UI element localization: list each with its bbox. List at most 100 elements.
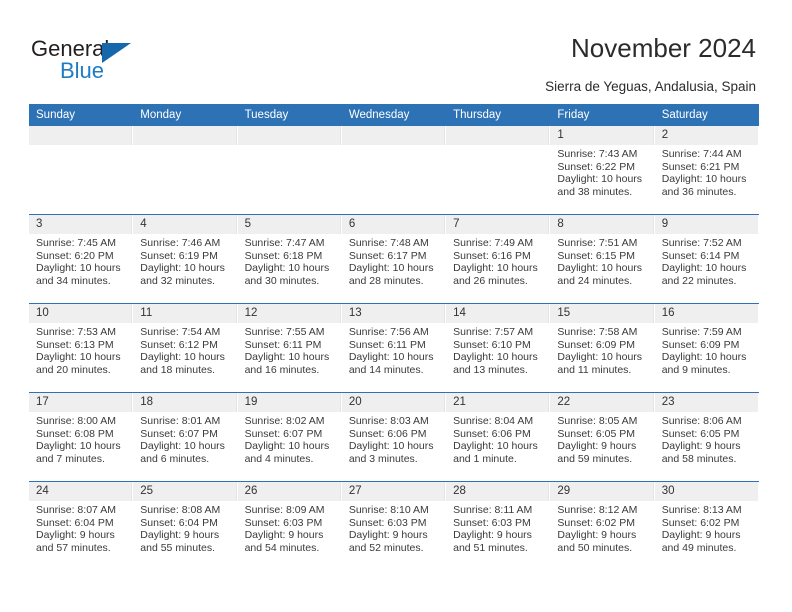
sunset-text: Sunset: 6:20 PM bbox=[36, 249, 114, 262]
sunset-text: Sunset: 6:15 PM bbox=[557, 249, 636, 262]
day-details: Sunrise: 8:03 AM Sunset: 6:06 PM Daylight:… bbox=[342, 412, 445, 465]
calendar-day-cell[interactable]: 10 Sunrise: 7:53 AM Sunset: 6:13 PM Dayligh… bbox=[29, 304, 134, 392]
daylight-text-line2: and 36 minutes. bbox=[661, 185, 737, 198]
day-details: Sunrise: 8:09 AM Sunset: 6:03 PM Daylight:… bbox=[238, 501, 341, 554]
day-number bbox=[133, 126, 237, 145]
sunrise-text: Sunrise: 8:08 AM bbox=[140, 504, 221, 516]
daylight-text-line1: Daylight: 10 hours bbox=[557, 351, 643, 364]
daylight-text-line2: and 58 minutes. bbox=[661, 452, 737, 465]
sunset-text: Sunset: 6:02 PM bbox=[661, 516, 740, 529]
calendar-day-cell[interactable]: 2 Sunrise: 7:44 AM Sunset: 6:21 PM Daylight… bbox=[654, 126, 759, 214]
daylight-text-line2: and 52 minutes. bbox=[348, 541, 424, 554]
daylight-text-line2: and 51 minutes. bbox=[453, 541, 528, 554]
day-number: 29 bbox=[550, 482, 654, 501]
sunrise-text: Sunrise: 8:06 AM bbox=[661, 415, 742, 427]
daylight-text-line2: and 20 minutes. bbox=[36, 363, 111, 376]
sunset-text: Sunset: 6:07 PM bbox=[244, 427, 323, 440]
daylight-text-line2: and 3 minutes. bbox=[348, 452, 418, 465]
sunset-text: Sunset: 6:03 PM bbox=[453, 516, 531, 529]
sunset-text: Sunset: 6:17 PM bbox=[348, 249, 427, 262]
daylight-text-line2: and 30 minutes. bbox=[244, 274, 320, 287]
sunset-text: Sunset: 6:09 PM bbox=[661, 338, 740, 351]
calendar-day-cell[interactable]: 7 Sunrise: 7:49 AM Sunset: 6:16 PM Daylight… bbox=[446, 215, 551, 303]
sunset-text: Sunset: 6:09 PM bbox=[557, 338, 636, 351]
brand-name-blue: Blue bbox=[60, 58, 105, 83]
calendar-day-cell[interactable]: 14 Sunrise: 7:57 AM Sunset: 6:10 PM Dayligh… bbox=[446, 304, 551, 392]
calendar-day-cell[interactable]: 1 Sunrise: 7:43 AM Sunset: 6:22 PM Daylight… bbox=[550, 126, 655, 214]
calendar-day-cell[interactable]: 5 Sunrise: 7:47 AM Sunset: 6:18 PM Daylight… bbox=[237, 215, 342, 303]
daylight-text-line2: and 34 minutes. bbox=[36, 274, 111, 287]
day-details: Sunrise: 7:43 AM Sunset: 6:22 PM Daylight:… bbox=[550, 145, 653, 198]
day-number: 14 bbox=[446, 304, 550, 323]
daylight-text-line1: Daylight: 10 hours bbox=[348, 351, 434, 364]
daylight-text-line2: and 32 minutes. bbox=[140, 274, 215, 287]
calendar-day-cell[interactable]: 27 Sunrise: 8:10 AM Sunset: 6:03 PM Dayligh… bbox=[341, 482, 447, 570]
sunrise-text: Sunrise: 7:45 AM bbox=[36, 237, 116, 249]
calendar-day-cell[interactable]: 17 Sunrise: 8:00 AM Sunset: 6:08 PM Dayligh… bbox=[29, 393, 134, 481]
weekday-header-friday: Friday bbox=[557, 109, 590, 121]
calendar-day-cell[interactable]: 23 Sunrise: 8:06 AM Sunset: 6:05 PM Dayligh… bbox=[654, 393, 759, 481]
calendar-day-cell[interactable]: 12 Sunrise: 7:55 AM Sunset: 6:11 PM Dayligh… bbox=[237, 304, 342, 392]
calendar-day-cell[interactable]: 13 Sunrise: 7:56 AM Sunset: 6:11 PM Dayligh… bbox=[341, 304, 447, 392]
daylight-text-line1: Daylight: 10 hours bbox=[140, 440, 225, 453]
sunrise-text: Sunrise: 7:44 AM bbox=[661, 148, 742, 160]
sunset-text: Sunset: 6:13 PM bbox=[36, 338, 114, 351]
daylight-text-line2: and 38 minutes. bbox=[557, 185, 633, 198]
sunrise-text: Sunrise: 8:04 AM bbox=[453, 415, 534, 427]
calendar-day-cell[interactable]: 25 Sunrise: 8:08 AM Sunset: 6:04 PM Dayligh… bbox=[133, 482, 238, 570]
sunrise-text: Sunrise: 7:56 AM bbox=[348, 326, 429, 338]
sunset-text: Sunset: 6:07 PM bbox=[140, 427, 218, 440]
calendar-day-cell[interactable]: 20 Sunrise: 8:03 AM Sunset: 6:06 PM Dayligh… bbox=[341, 393, 447, 481]
calendar-day-cell[interactable]: 4 Sunrise: 7:46 AM Sunset: 6:19 PM Daylight… bbox=[133, 215, 238, 303]
day-details: Sunrise: 7:45 AM Sunset: 6:20 PM Daylight:… bbox=[29, 234, 132, 287]
sunrise-text: Sunrise: 8:09 AM bbox=[244, 504, 325, 516]
calendar-day-cell[interactable]: 8 Sunrise: 7:51 AM Sunset: 6:15 PM Daylight… bbox=[550, 215, 655, 303]
calendar-day-cell[interactable]: 29 Sunrise: 8:12 AM Sunset: 6:02 PM Dayligh… bbox=[550, 482, 655, 570]
daylight-text-line2: and 1 minute. bbox=[453, 452, 517, 465]
calendar-day-cell[interactable]: 28 Sunrise: 8:11 AM Sunset: 6:03 PM Dayligh… bbox=[446, 482, 551, 570]
calendar-day-cell[interactable]: 18 Sunrise: 8:01 AM Sunset: 6:07 PM Dayligh… bbox=[133, 393, 238, 481]
day-number: 18 bbox=[133, 393, 237, 412]
sunrise-text: Sunrise: 7:49 AM bbox=[453, 237, 534, 249]
day-number bbox=[446, 126, 550, 145]
sunset-text: Sunset: 6:16 PM bbox=[453, 249, 531, 262]
daylight-text-line2: and 9 minutes. bbox=[661, 363, 731, 376]
day-details: Sunrise: 8:07 AM Sunset: 6:04 PM Daylight:… bbox=[29, 501, 132, 554]
weekday-header-row: Sunday Monday Tuesday Wednesday Thursday… bbox=[29, 104, 759, 126]
calendar-day-cell[interactable]: 16 Sunrise: 7:59 AM Sunset: 6:09 PM Dayligh… bbox=[654, 304, 759, 392]
calendar-day-cell[interactable]: 11 Sunrise: 7:54 AM Sunset: 6:12 PM Dayligh… bbox=[133, 304, 238, 392]
daylight-text-line1: Daylight: 9 hours bbox=[661, 529, 741, 542]
day-number: 19 bbox=[237, 393, 341, 412]
sunrise-text: Sunrise: 8:05 AM bbox=[557, 415, 638, 427]
day-details: Sunrise: 7:58 AM Sunset: 6:09 PM Daylight:… bbox=[550, 323, 653, 376]
sunset-text: Sunset: 6:02 PM bbox=[557, 516, 636, 529]
daylight-text-line2: and 11 minutes. bbox=[557, 363, 632, 376]
weekday-header-wednesday: Wednesday bbox=[348, 109, 410, 121]
day-number: 13 bbox=[341, 304, 446, 323]
sunset-text: Sunset: 6:19 PM bbox=[140, 249, 218, 262]
calendar-day-cell[interactable]: 21 Sunrise: 8:04 AM Sunset: 6:06 PM Dayligh… bbox=[446, 393, 551, 481]
sunset-text: Sunset: 6:05 PM bbox=[557, 427, 636, 440]
sunset-text: Sunset: 6:11 PM bbox=[348, 338, 426, 351]
calendar-day-cell[interactable]: 30 Sunrise: 8:13 AM Sunset: 6:02 PM Dayligh… bbox=[654, 482, 759, 570]
daylight-text-line2: and 24 minutes. bbox=[557, 274, 633, 287]
daylight-text-line1: Daylight: 10 hours bbox=[453, 351, 538, 364]
calendar-day-cell[interactable]: 24 Sunrise: 8:07 AM Sunset: 6:04 PM Dayligh… bbox=[29, 482, 134, 570]
calendar-day-cell[interactable]: 15 Sunrise: 7:58 AM Sunset: 6:09 PM Dayligh… bbox=[550, 304, 655, 392]
daylight-text-line2: and 13 minutes. bbox=[453, 363, 528, 376]
calendar-day-cell[interactable]: 22 Sunrise: 8:05 AM Sunset: 6:05 PM Dayligh… bbox=[550, 393, 655, 481]
calendar-day-cell[interactable]: 3 Sunrise: 7:45 AM Sunset: 6:20 PM Daylight… bbox=[29, 215, 134, 303]
calendar-day-cell-empty bbox=[133, 126, 238, 214]
calendar-day-cell[interactable]: 6 Sunrise: 7:48 AM Sunset: 6:17 PM Daylight… bbox=[341, 215, 447, 303]
calendar-day-cell-empty bbox=[446, 126, 551, 214]
day-details: Sunrise: 7:57 AM Sunset: 6:10 PM Daylight:… bbox=[446, 323, 549, 376]
day-number: 5 bbox=[237, 215, 341, 234]
calendar-day-cell[interactable]: 19 Sunrise: 8:02 AM Sunset: 6:07 PM Dayligh… bbox=[237, 393, 342, 481]
day-details: Sunrise: 8:01 AM Sunset: 6:07 PM Daylight:… bbox=[133, 412, 236, 465]
daylight-text-line1: Daylight: 9 hours bbox=[557, 529, 637, 542]
sunrise-text: Sunrise: 7:48 AM bbox=[348, 237, 429, 249]
calendar-day-cell[interactable]: 9 Sunrise: 7:52 AM Sunset: 6:14 PM Daylight… bbox=[654, 215, 759, 303]
day-number: 6 bbox=[341, 215, 446, 234]
calendar-day-cell[interactable]: 26 Sunrise: 8:09 AM Sunset: 6:03 PM Dayligh… bbox=[237, 482, 342, 570]
sunset-text: Sunset: 6:03 PM bbox=[348, 516, 427, 529]
